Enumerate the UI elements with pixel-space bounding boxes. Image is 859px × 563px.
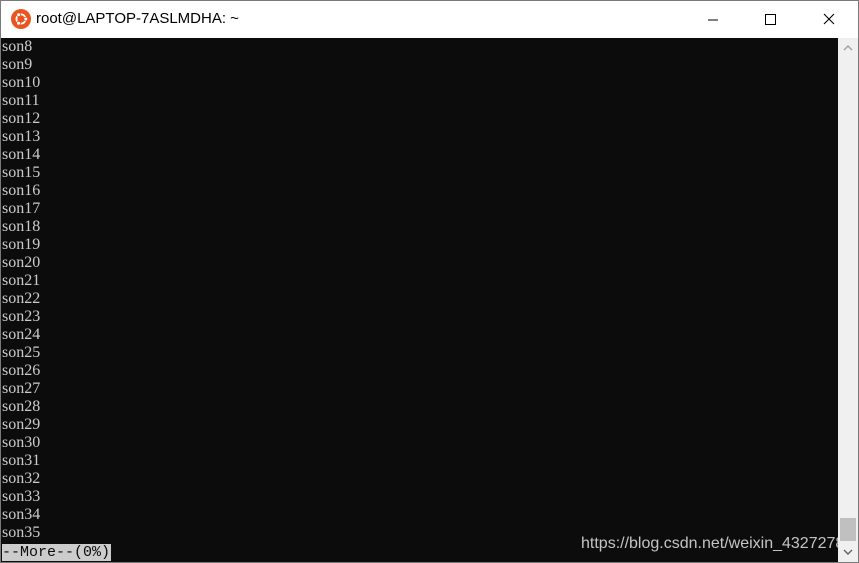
close-icon [823, 13, 835, 25]
terminal-line: son34 [2, 506, 41, 523]
terminal-line: son11 [2, 92, 40, 109]
terminal-line: son8 [2, 38, 33, 55]
terminal-line: son28 [2, 398, 41, 415]
terminal-line: son12 [2, 110, 41, 127]
terminal-line: son13 [2, 128, 41, 145]
terminal-line: son29 [2, 416, 41, 433]
terminal-line: son30 [2, 434, 41, 451]
watermark-text: https://blog.csdn.net/weixin_4327278 [581, 535, 838, 552]
terminal-line: son14 [2, 146, 41, 163]
scrollbar-thumb[interactable] [840, 518, 856, 541]
minimize-button[interactable] [684, 1, 742, 38]
terminal-line: son27 [2, 380, 41, 397]
ubuntu-icon[interactable] [11, 9, 31, 29]
terminal-line: son17 [2, 200, 41, 217]
vertical-scrollbar[interactable] [838, 38, 858, 562]
terminal-line: son9 [2, 56, 33, 73]
terminal-line: son22 [2, 290, 41, 307]
terminal-window: root@LAPTOP-7ASLMDHA: ~ son8 son9 son10 son… [0, 0, 859, 563]
maximize-button[interactable] [742, 1, 800, 38]
close-button[interactable] [800, 1, 858, 38]
minimize-icon [708, 19, 718, 21]
terminal-line: son32 [2, 470, 41, 487]
terminal-line: son23 [2, 308, 41, 325]
terminal-line: son35 [2, 524, 41, 541]
pager-prompt: --More--(0%) [2, 544, 112, 561]
terminal-line: son19 [2, 236, 41, 253]
terminal-line: son24 [2, 326, 41, 343]
output-lines: son8 son9 son10 son11 son12 son13 son14 son15 so… [2, 38, 40, 542]
arrow-up-icon [843, 45, 853, 51]
terminal-line: son21 [2, 272, 41, 289]
terminal-line: son18 [2, 218, 41, 235]
terminal-line: son15 [2, 164, 41, 181]
terminal-line: son16 [2, 182, 41, 199]
maximize-icon [765, 14, 776, 25]
terminal-output[interactable]: son8 son9 son10 son11 son12 son13 son14 son15 so… [1, 38, 838, 562]
terminal-line: son26 [2, 362, 41, 379]
terminal-line: son33 [2, 488, 41, 505]
terminal-line: son25 [2, 344, 41, 361]
arrow-down-icon [843, 549, 853, 555]
terminal-line: son10 [2, 74, 41, 91]
terminal-line: son31 [2, 452, 41, 469]
scroll-down-button[interactable] [838, 542, 858, 562]
scroll-up-button[interactable] [838, 38, 858, 58]
terminal-line: son20 [2, 254, 41, 271]
title-bar[interactable]: root@LAPTOP-7ASLMDHA: ~ [1, 1, 858, 38]
window-title: root@LAPTOP-7ASLMDHA: ~ [36, 10, 239, 27]
